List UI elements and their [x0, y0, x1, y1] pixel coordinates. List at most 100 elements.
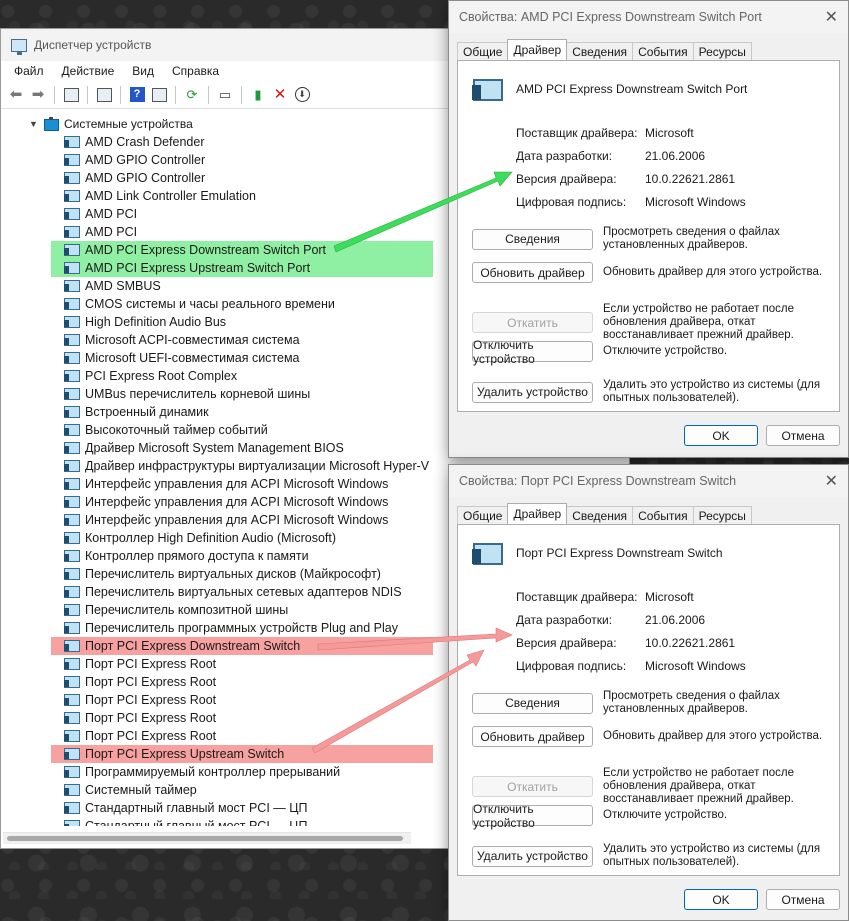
update-driver-button[interactable]: Обновить драйвер	[472, 262, 593, 283]
device-icon	[64, 604, 80, 616]
scrollbar-thumb[interactable]	[7, 836, 403, 841]
details-button[interactable]: Сведения	[472, 228, 593, 250]
menu-help[interactable]: Справка	[163, 64, 228, 78]
details-button[interactable]: Сведения	[472, 692, 593, 714]
tree-item[interactable]: Перечислитель виртуальных дисков (Майкро…	[51, 565, 433, 583]
tab-2[interactable]: Сведения	[566, 506, 634, 524]
remove-device-icon[interactable]: ✕	[271, 86, 289, 104]
tree-item[interactable]: Стандартный главный мост PCI — ЦП	[51, 817, 433, 826]
tree-item[interactable]: Интерфейс управления для ACPI Microsoft …	[51, 475, 433, 493]
tree-item[interactable]: Порт PCI Express Root	[51, 673, 433, 691]
menu-action[interactable]: Действие	[53, 64, 124, 78]
properties-icon[interactable]	[62, 86, 80, 104]
tree-item[interactable]: Порт PCI Express Root	[51, 727, 433, 745]
device-icon	[64, 316, 80, 328]
toolbar-separator	[241, 85, 242, 104]
cancel-button[interactable]: Отмена	[766, 425, 840, 446]
tree-item[interactable]: Перечислитель композитной шины	[51, 601, 433, 619]
device-icon	[64, 334, 80, 346]
tab-4[interactable]: Ресурсы	[692, 42, 752, 60]
tree-item-label: Интерфейс управления для ACPI Microsoft …	[85, 495, 389, 509]
system-devices-icon	[44, 117, 59, 131]
dialog-title: Свойства: Порт PCI Express Downstream Sw…	[459, 474, 737, 488]
disable-device-button[interactable]: Отключить устройство	[472, 802, 593, 830]
property-value: 10.0.22621.2861	[645, 635, 736, 650]
tab-2[interactable]: Сведения	[566, 42, 634, 60]
update-driver-icon[interactable]: ⟳	[183, 86, 201, 104]
tree-item[interactable]: Интерфейс управления для ACPI Microsoft …	[51, 493, 433, 511]
tree-item[interactable]: CMOS системы и часы реального времени	[51, 295, 433, 313]
tree-item[interactable]: Перечислитель виртуальных сетевых адапте…	[51, 583, 433, 601]
tree-item[interactable]: AMD Link Controller Emulation	[51, 187, 433, 205]
menu-view[interactable]: Вид	[123, 64, 163, 78]
ok-button[interactable]: OK	[684, 889, 758, 910]
tree-item[interactable]: Порт PCI Express Root	[51, 691, 433, 709]
tree-item[interactable]: Интерфейс управления для ACPI Microsoft …	[51, 511, 433, 529]
tab-1[interactable]: Драйвер	[507, 39, 568, 60]
tree-item[interactable]: Контроллер прямого доступа к памяти	[51, 547, 433, 565]
device-icon	[64, 784, 80, 796]
tree-item-label: Интерфейс управления для ACPI Microsoft …	[85, 513, 389, 527]
property-label: Поставщик драйвера:	[516, 589, 638, 604]
tree-item[interactable]: AMD SMBUS	[51, 277, 433, 295]
tree-item[interactable]: Системный таймер	[51, 781, 433, 799]
tree-item[interactable]: Порт PCI Express Root	[51, 655, 433, 673]
horizontal-scrollbar[interactable]	[3, 832, 411, 844]
tree-item[interactable]: AMD Crash Defender	[51, 133, 433, 151]
monitor-icon[interactable]: ▭	[216, 86, 234, 104]
help-icon[interactable]: ?	[128, 86, 146, 104]
tree-item[interactable]: Microsoft UEFI-совместимая система	[51, 349, 433, 367]
ok-button[interactable]: OK	[684, 425, 758, 446]
tree-item[interactable]: High Definition Audio Bus	[51, 313, 433, 331]
tree-item[interactable]: PCI Express Root Complex	[51, 367, 433, 385]
device-name: AMD PCI Express Downstream Switch Port	[516, 82, 748, 96]
tab-4[interactable]: Ресурсы	[692, 506, 752, 524]
menu-file[interactable]: Файл	[5, 64, 53, 78]
update-driver-button[interactable]: Обновить драйвер	[472, 726, 593, 747]
tree-item[interactable]: Программируемый контроллер прерываний	[51, 763, 433, 781]
tab-1[interactable]: Драйвер	[507, 503, 568, 524]
close-icon[interactable]: ✕	[825, 471, 838, 491]
tab-3[interactable]: События	[632, 506, 694, 524]
tree-item[interactable]: Порт PCI Express Root	[51, 709, 433, 727]
cancel-button[interactable]: Отмена	[766, 889, 840, 910]
forward-arrow-icon[interactable]: ➡	[29, 86, 47, 104]
disable-device-button[interactable]: Отключить устройство	[472, 338, 593, 366]
uninstall-device-button[interactable]: Удалить устройство	[472, 381, 593, 403]
tree-item[interactable]: AMD PCI	[51, 223, 433, 241]
tree-item[interactable]: AMD GPIO Controller	[51, 169, 433, 187]
view-icon[interactable]	[150, 86, 168, 104]
tree-item[interactable]: AMD PCI	[51, 205, 433, 223]
tree-category-system-devices[interactable]: ▼ Системные устройства	[29, 115, 193, 133]
tree-item[interactable]: Встроенный динамик	[51, 403, 433, 421]
tree-item[interactable]: Драйвер Microsoft System Management BIOS	[51, 439, 433, 457]
dialog-titlebar: Свойства: Порт PCI Express Downstream Sw…	[449, 465, 848, 497]
tab-strip: Общие Драйвер Сведения События Ресурсы	[457, 503, 752, 524]
tree-item[interactable]: Контроллер High Definition Audio (Micros…	[51, 529, 433, 547]
tree-item[interactable]: AMD GPIO Controller	[51, 151, 433, 169]
property-value: 21.06.2006	[645, 612, 706, 627]
tree-item[interactable]: UMBus перечислитель корневой шины	[51, 385, 433, 403]
close-icon[interactable]: ✕	[825, 7, 838, 27]
download-icon[interactable]: ⬇	[293, 86, 311, 104]
list-icon[interactable]	[95, 86, 113, 104]
back-arrow-icon[interactable]: ⬅	[7, 86, 25, 104]
tree-item[interactable]: Порт PCI Express Downstream Switch	[51, 637, 434, 655]
tree-item-label: AMD GPIO Controller	[85, 171, 206, 185]
tree-item[interactable]: Драйвер инфраструктуры виртуализации Mic…	[51, 457, 433, 475]
tree-item[interactable]: Порт PCI Express Upstream Switch	[51, 745, 434, 763]
enable-device-icon[interactable]: ▮	[249, 86, 267, 104]
uninstall-device-button[interactable]: Удалить устройство	[472, 845, 593, 867]
tree-item[interactable]: Перечислитель программных устройств Plug…	[51, 619, 433, 637]
tree-item[interactable]: Microsoft ACPI-совместимая система	[51, 331, 433, 349]
tree-item[interactable]: AMD PCI Express Upstream Switch Port	[51, 259, 434, 277]
tree-item[interactable]: AMD PCI Express Downstream Switch Port	[51, 241, 434, 259]
tab-0[interactable]: Общие	[457, 506, 509, 524]
tree-item[interactable]: Высокоточный таймер событий	[51, 421, 433, 439]
tab-3[interactable]: События	[632, 42, 694, 60]
tab-0[interactable]: Общие	[457, 42, 509, 60]
chevron-down-icon[interactable]: ▼	[29, 119, 39, 129]
tree-item[interactable]: Стандартный главный мост PCI — ЦП	[51, 799, 433, 817]
action-row: Обновить драйвер Обновить драйвер для это…	[472, 262, 832, 283]
tree-item-label: Microsoft ACPI-совместимая система	[85, 333, 300, 347]
